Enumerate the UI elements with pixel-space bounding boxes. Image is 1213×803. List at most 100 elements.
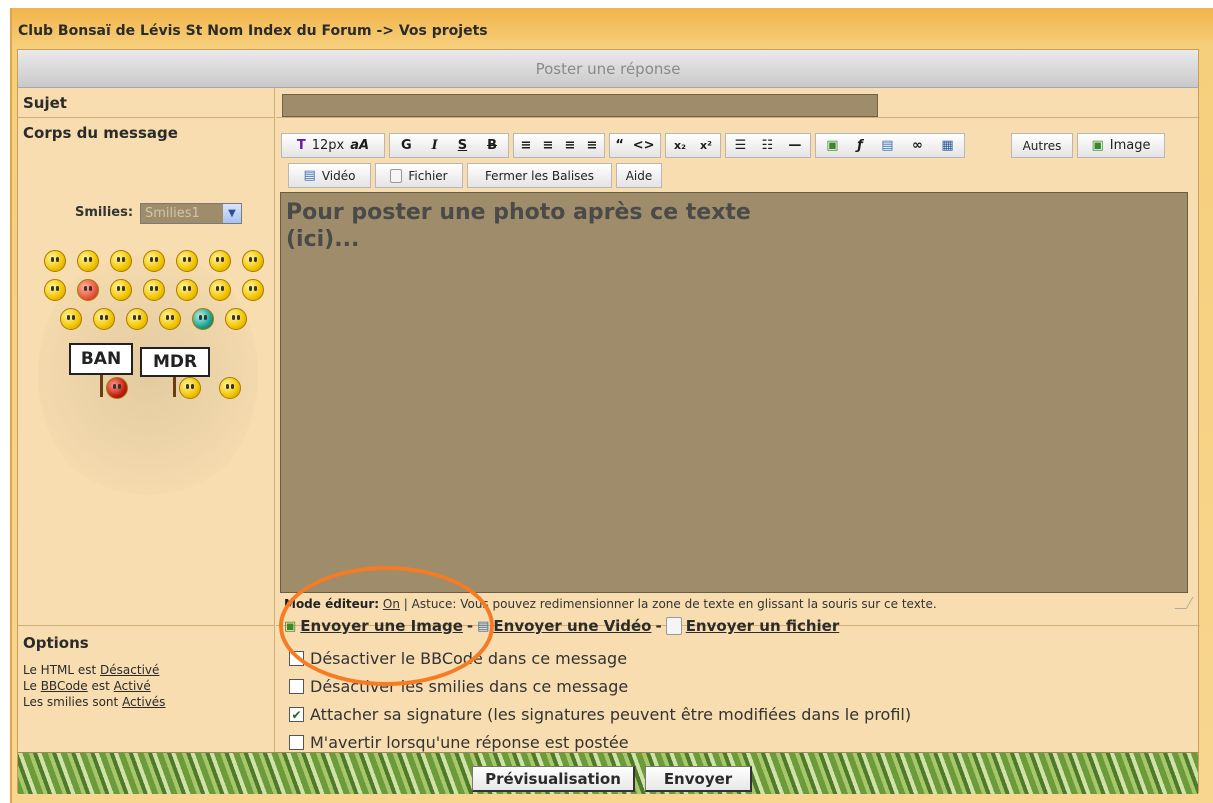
panel-title: Poster une réponse xyxy=(18,50,1198,88)
smilies-label: Smilies: xyxy=(75,205,134,220)
align-justify-icon[interactable]: ≡ xyxy=(587,138,598,153)
arrow-icon[interactable] xyxy=(126,308,148,330)
attach-signature-checkbox[interactable]: ✔ xyxy=(289,707,304,722)
numbered-list-icon[interactable]: ☷ xyxy=(761,138,773,153)
idea-icon[interactable] xyxy=(93,308,115,330)
smilies-status-value: Activés xyxy=(122,695,166,709)
notify-reply-checkbox[interactable] xyxy=(289,735,304,750)
file-button-label: Fichier xyxy=(408,168,448,183)
bold-button[interactable]: G xyxy=(401,138,412,153)
smiley-cool-icon[interactable] xyxy=(209,250,231,272)
disable-smilies-checkbox[interactable] xyxy=(289,679,304,694)
smiley-red-icon[interactable] xyxy=(77,279,99,301)
html-status: Le HTML est Désactivé xyxy=(23,663,159,677)
video-button-label: Vidéo xyxy=(321,168,356,183)
video-icon[interactable]: ▤ xyxy=(881,138,893,153)
message-body-textarea[interactable]: Pour poster une photo après ce texte (ic… xyxy=(280,192,1188,593)
attach-signature-label: Attacher sa signature (les signatures pe… xyxy=(310,705,912,724)
font-size-button[interactable]: T 12px aA xyxy=(281,133,385,158)
breadcrumb: Club Bonsaï de Lévis St Nom Index du For… xyxy=(18,23,488,39)
smiley-angry-icon[interactable] xyxy=(44,279,66,301)
horizontal-rule-icon[interactable]: — xyxy=(788,138,801,153)
bullet-list-icon[interactable]: ☰ xyxy=(735,138,747,153)
flash-icon[interactable]: ƒ xyxy=(857,138,863,153)
autres-button[interactable]: Autres xyxy=(1011,133,1073,158)
smiley-sad-icon[interactable] xyxy=(110,250,132,272)
file-icon xyxy=(390,168,403,183)
subject-label: Sujet xyxy=(18,88,275,118)
italic-button[interactable]: I xyxy=(432,138,438,153)
option-attach-signature: ✔ Attacher sa signature (les signatures … xyxy=(289,705,911,724)
html-status-value: Désactivé xyxy=(100,663,160,677)
smilies-selected-value: Smilies1 xyxy=(145,206,200,221)
ban-sign-pole xyxy=(100,375,103,397)
smiley-eyes-icon[interactable] xyxy=(143,250,165,272)
mdr-sign-pole xyxy=(173,377,176,397)
image-insert-icon: ▣ xyxy=(1091,138,1104,153)
insert-group: ▣ ƒ ▤ ∞ ▦ xyxy=(815,133,965,158)
ban-sign-icon[interactable]: BAN xyxy=(69,343,133,375)
bbcode-link[interactable]: BBCode xyxy=(41,679,88,693)
align-left-icon[interactable]: ≡ xyxy=(521,138,532,153)
image-icon[interactable]: ▣ xyxy=(826,138,838,153)
subject-input[interactable] xyxy=(282,94,878,117)
bbcode-status-value: Activé xyxy=(113,679,151,693)
smiley-teeth-icon[interactable] xyxy=(192,308,214,330)
smiley-confused-icon[interactable] xyxy=(110,279,132,301)
highlight-circle xyxy=(279,566,494,686)
post-reply-panel: Poster une réponse Sujet Corps du messag… xyxy=(17,49,1200,794)
smiley-happy-icon[interactable] xyxy=(77,250,99,272)
send-button[interactable]: Envoyer xyxy=(645,766,752,792)
file-button[interactable]: Fichier xyxy=(375,163,463,188)
options-title: Options xyxy=(23,634,89,652)
ban-sign-label: BAN xyxy=(80,349,122,369)
text-style-group: G I S B xyxy=(389,133,509,158)
preview-button[interactable]: Prévisualisation xyxy=(472,766,635,792)
smilies-select[interactable]: Smilies1 ▼ xyxy=(140,203,242,224)
smiley-smile-icon[interactable] xyxy=(219,377,241,399)
smiley-laugh-icon[interactable] xyxy=(242,250,264,272)
smiley-wink-icon[interactable] xyxy=(209,279,231,301)
superscript-icon[interactable]: x² xyxy=(700,139,712,152)
mdr-sign-icon[interactable]: MDR xyxy=(140,347,210,377)
subscript-icon[interactable]: x₂ xyxy=(674,139,686,152)
chevron-down-icon: ▼ xyxy=(223,204,241,223)
option-notify-reply: M'avertir lorsqu'une réponse est postée xyxy=(289,733,629,752)
image-button-label: Image xyxy=(1109,138,1151,153)
exclamation-icon[interactable] xyxy=(242,279,264,301)
alignment-group: ≡ ≡ ≡ ≡ xyxy=(513,133,605,158)
smiley-surprised-icon[interactable] xyxy=(176,250,198,272)
smiley-mdr-icon xyxy=(179,377,201,399)
quote-code-group: “ <> xyxy=(609,133,661,158)
breadcrumb-section[interactable]: Vos projets xyxy=(399,23,488,39)
underline-button[interactable]: S xyxy=(458,138,467,153)
breadcrumb-separator: -> xyxy=(376,23,394,39)
font-size-value: 12px xyxy=(311,138,345,153)
smiley-grin-icon[interactable] xyxy=(44,250,66,272)
smiley-rolleyes-icon[interactable] xyxy=(176,279,198,301)
close-tags-button[interactable]: Fermer les Balises xyxy=(467,163,612,188)
breadcrumb-forum-index[interactable]: Club Bonsaï de Lévis St Nom Index du For… xyxy=(18,23,372,39)
link-icon[interactable]: ∞ xyxy=(912,138,923,153)
smiley-evil-icon[interactable] xyxy=(143,279,165,301)
bbcode-status-prefix: Le xyxy=(23,679,37,693)
align-center-icon[interactable]: ≡ xyxy=(543,138,554,153)
script-group: x₂ x² xyxy=(665,133,721,158)
smilies-status-prefix: Les smilies sont xyxy=(23,695,119,709)
help-button[interactable]: Aide xyxy=(616,163,662,188)
smiley-banned-icon xyxy=(106,377,128,399)
code-icon[interactable]: <> xyxy=(633,138,655,153)
smilies-status: Les smilies sont Activés xyxy=(23,695,165,709)
quote-icon[interactable]: “ xyxy=(615,138,624,153)
thumbs-up-icon[interactable] xyxy=(225,308,247,330)
bbcode-status: Le BBCode est Activé xyxy=(23,679,151,693)
notify-reply-label: M'avertir lorsqu'une réponse est postée xyxy=(310,733,629,752)
question-icon[interactable] xyxy=(60,308,82,330)
smiley-neutral-icon[interactable] xyxy=(159,308,181,330)
strike-button[interactable]: B xyxy=(487,138,497,153)
table-icon[interactable]: ▦ xyxy=(941,138,953,153)
bbcode-status-mid: est xyxy=(91,679,110,693)
align-right-icon[interactable]: ≡ xyxy=(565,138,576,153)
video-button[interactable]: ▤ Vidéo xyxy=(288,163,371,188)
image-button[interactable]: ▣ Image xyxy=(1077,133,1165,158)
